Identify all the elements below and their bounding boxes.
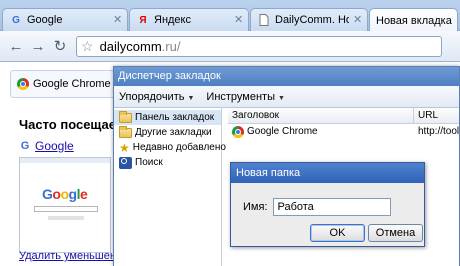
name-label: Имя:	[243, 201, 268, 213]
tree-item-recently-added[interactable]: ★ Недавно добавлено	[114, 140, 226, 155]
bookmark-manager-title: Диспетчер закладок	[114, 67, 459, 86]
column-header-url[interactable]: URL	[414, 108, 459, 123]
chrome-logo-icon	[17, 78, 29, 90]
thumbnail-label[interactable]: G Google	[19, 139, 74, 153]
tab-title: Новая вкладка	[376, 14, 452, 27]
folder-icon	[119, 125, 132, 138]
folder-icon	[119, 110, 132, 123]
tab-strip: G Google ✕ Я Яндекс ✕ DailyComm. Новост……	[0, 0, 460, 32]
star-icon: ★	[119, 140, 130, 155]
dialog-name-row: Имя: Работа	[243, 198, 392, 216]
row-title: Google Chrome	[247, 126, 318, 137]
row-title-cell: Google Chrome	[228, 125, 414, 138]
tree-item-label: Другие закладки	[135, 127, 212, 138]
tree-item-bookmarks-bar[interactable]: Панель закладок	[114, 110, 221, 125]
cancel-button[interactable]: Отмена	[368, 224, 423, 242]
yandex-favicon-icon: Я	[139, 14, 147, 26]
column-header-title[interactable]: Заголовок	[228, 108, 414, 123]
page-icon	[257, 13, 271, 27]
address-bar[interactable]: ☆ dailycomm.ru/	[76, 35, 442, 57]
thumbnail-button	[48, 216, 84, 220]
tree-item-label: Панель закладок	[135, 112, 215, 123]
folder-name-input[interactable]: Работа	[273, 198, 392, 216]
bookmark-manager-menubar: Упорядочить ▼ Инструменты ▼	[114, 86, 459, 108]
thumbnail-google[interactable]: Google	[19, 157, 111, 253]
organize-menu[interactable]: Упорядочить ▼	[119, 91, 194, 103]
chrome-logo-icon	[232, 125, 244, 138]
thumbnail-bar	[20, 158, 110, 163]
tab-google[interactable]: G Google ✕	[2, 8, 128, 31]
url-domain: dailycomm	[99, 38, 162, 54]
search-icon	[119, 156, 132, 169]
bookmark-tree: Панель закладок Другие закладки ★ Недавн…	[114, 108, 226, 266]
dialog-title: Новая папка	[231, 163, 424, 183]
bookmark-list-header: Заголовок URL	[228, 108, 459, 124]
browser-toolbar: ← → ↻ ☆ dailycomm.ru/	[0, 31, 460, 62]
url-rest: .ru/	[161, 38, 181, 54]
tree-item-label: Недавно добавлено	[132, 142, 226, 153]
thumbnail-searchbox	[34, 206, 98, 212]
organize-menu-label: Упорядочить	[119, 90, 185, 103]
forward-arrow-icon[interactable]: →	[28, 36, 48, 56]
row-url: http://tools.g	[418, 126, 459, 137]
close-icon[interactable]: ✕	[353, 15, 363, 26]
star-icon[interactable]: ☆	[81, 38, 94, 55]
ok-button[interactable]: OK	[310, 224, 365, 242]
thumbnail-link[interactable]: Google	[35, 139, 74, 153]
tab-title: DailyComm. Новост…	[275, 14, 349, 26]
tree-item-other-bookmarks[interactable]: Другие закладки	[114, 125, 221, 140]
google-favicon-icon: G	[12, 14, 20, 26]
tools-menu[interactable]: Инструменты ▼	[206, 91, 285, 103]
tab-yandex[interactable]: Я Яндекс ✕	[129, 8, 249, 31]
tools-menu-label: Инструменты	[206, 90, 275, 103]
tree-item-label: Поиск	[135, 157, 163, 168]
tab-title: Яндекс	[154, 14, 191, 26]
ntp-header: Google Chrome	[10, 70, 115, 98]
close-icon[interactable]: ✕	[234, 15, 244, 26]
new-folder-dialog: Новая папка Имя: Работа OK Отмена	[230, 162, 425, 247]
tab-title: Google	[27, 14, 63, 26]
table-row[interactable]: Google Chrome http://tools.g	[228, 124, 459, 139]
chevron-down-icon: ▼	[187, 94, 195, 102]
tree-item-search[interactable]: Поиск	[114, 155, 221, 170]
chevron-down-icon: ▼	[278, 94, 285, 102]
back-arrow-icon[interactable]: ←	[6, 36, 26, 56]
ntp-header-label: Google Chrome	[33, 78, 111, 90]
tab-dailycomm[interactable]: DailyComm. Новост… ✕	[250, 8, 368, 31]
google-favicon-icon: G	[20, 140, 30, 152]
close-icon[interactable]: ✕	[113, 15, 123, 26]
reload-icon[interactable]: ↻	[50, 36, 70, 56]
tab-new-tab[interactable]: Новая вкладка	[369, 8, 458, 32]
google-logo: Google	[42, 186, 88, 202]
